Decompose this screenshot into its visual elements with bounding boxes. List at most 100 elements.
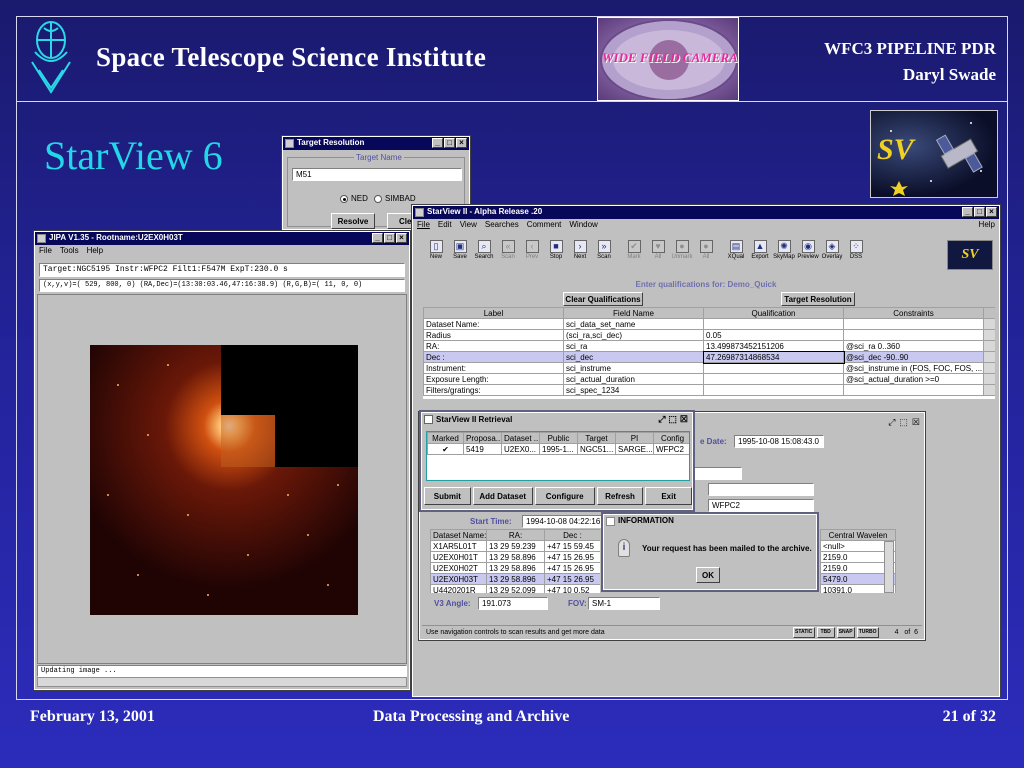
toolbar-button-scan[interactable]: «Scan xyxy=(497,240,519,260)
close-icon[interactable]: × xyxy=(986,207,997,217)
table-row[interactable]: RA: sci_ra 13.49987345215120​6 @sci_ra 0..3… xyxy=(423,340,995,352)
exit-button[interactable]: Exit xyxy=(645,487,692,505)
scroll-gutter[interactable] xyxy=(983,329,995,341)
scroll-gutter[interactable] xyxy=(983,351,995,363)
toolbar-button-all[interactable]: ♥ All xyxy=(647,240,669,260)
column-header[interactable]: Dec : xyxy=(544,529,600,541)
date-field[interactable]: 1995-10-08 15:08:43.0 xyxy=(734,435,824,448)
float-icon[interactable]: ⤢ xyxy=(888,417,895,428)
clear-qualifications-button[interactable]: Clear Qualifications xyxy=(563,292,643,306)
column-header[interactable]: Field Name xyxy=(563,307,704,319)
column-header[interactable]: Qualification xyxy=(703,307,844,319)
minimize-icon[interactable]: _ xyxy=(962,207,973,217)
menu-window[interactable]: Window xyxy=(569,220,597,230)
maximize-icon[interactable]: ⬚ xyxy=(668,414,677,425)
table-row[interactable]: Dec : sci_dec 47.26987314868534 @sci_dec -9… xyxy=(423,350,995,364)
table-cell[interactable]: 47.26987314868534 xyxy=(702,350,845,364)
menu-file[interactable]: File xyxy=(417,220,430,230)
marked-checkbox[interactable]: ✔ xyxy=(427,443,464,455)
close-icon[interactable]: ☒ xyxy=(680,414,688,425)
refresh-button[interactable]: Refresh xyxy=(596,487,644,505)
starview-titlebar[interactable]: StarView II - Alpha Release .20 _ □ × xyxy=(413,206,999,219)
menu-file[interactable]: File xyxy=(39,246,52,256)
target-resolution-titlebar[interactable]: Target Resolution _ □ × xyxy=(283,137,469,150)
column-header[interactable]: Marked xyxy=(427,432,464,444)
toolbar-button-new[interactable]: ▯ New xyxy=(425,240,447,260)
start-time-field[interactable]: 1994-10-08 04:22:16. xyxy=(522,515,604,528)
menu-help[interactable]: Help xyxy=(979,220,995,229)
menu-edit[interactable]: Edit xyxy=(438,220,452,230)
scroll-gutter[interactable] xyxy=(983,373,995,385)
retrieval-titlebar[interactable]: StarView II Retrieval ⤢ ⬚ ☒ xyxy=(422,413,692,427)
toolbar-button-save[interactable]: ▣ Save xyxy=(449,240,471,260)
radio-simbad[interactable]: SIMBAD xyxy=(374,194,416,203)
table-row[interactable]: X1AR5L01T 13 29 59.239 +47 15 59.45 xyxy=(430,540,600,552)
table-cell[interactable] xyxy=(703,373,844,385)
instrument-field[interactable]: WFPC2 xyxy=(708,499,814,512)
target-resolution-button[interactable]: Target Resolution xyxy=(781,292,855,306)
resolve-button[interactable]: Resolve xyxy=(331,213,375,229)
table-row[interactable]: U4420201R 13 29 52.099 +47 10 0.52 xyxy=(430,584,600,593)
toolbar-button-export[interactable]: ▲ Export xyxy=(749,240,771,260)
toolbar-button-search[interactable]: ⌕ Search xyxy=(473,240,495,260)
table-cell[interactable] xyxy=(703,384,844,396)
menu-tools[interactable]: Tools xyxy=(60,246,79,256)
information-titlebar[interactable]: INFORMATION xyxy=(604,515,816,528)
static-button[interactable]: STATIC xyxy=(792,626,815,638)
column-header[interactable]: Label xyxy=(423,307,564,319)
column-header[interactable]: Central Wavelen xyxy=(820,529,896,541)
toolbar-button-preview[interactable]: ◉ Preview xyxy=(797,240,819,260)
scroll-gutter[interactable] xyxy=(983,384,995,396)
table-row[interactable]: U2EX0H03T 13 29 58.896 +47 15 26.95 xyxy=(430,573,600,585)
close-icon[interactable]: × xyxy=(456,138,467,148)
close-icon[interactable]: × xyxy=(396,233,407,243)
column-header[interactable]: RA: xyxy=(486,529,545,541)
table-row[interactable]: ✔ 5419 U2EX0... 1995-1... NGC51... SARGE... WF… xyxy=(427,443,689,455)
menu-view[interactable]: View xyxy=(460,220,477,230)
toolbar-button-skymap[interactable]: ✺ SkyMap xyxy=(773,240,795,260)
configure-button[interactable]: Configure xyxy=(534,487,595,505)
toolbar-button-prev[interactable]: ‹ Prev xyxy=(521,240,543,260)
ok-button[interactable]: OK xyxy=(696,567,720,583)
minimize-icon[interactable]: _ xyxy=(372,233,383,243)
jipa-titlebar[interactable]: JIPA V1.35 - Rootname:U2EX0H03T _ □ × xyxy=(35,232,409,245)
table-row[interactable]: Dataset Name: sci_data_set_name xyxy=(423,318,995,330)
column-header[interactable]: Proposa... xyxy=(463,432,502,444)
wavelength-scrollbar[interactable] xyxy=(884,541,894,593)
maximize-icon[interactable]: □ xyxy=(384,233,395,243)
column-header[interactable]: Dataset Name: xyxy=(430,529,487,541)
toolbar-button-overlay[interactable]: ◈ Overlay xyxy=(821,240,843,260)
table-cell[interactable] xyxy=(703,318,844,330)
submit-button[interactable]: Submit xyxy=(424,487,471,505)
toolbar-button-mark[interactable]: ✔ Mark xyxy=(623,240,645,260)
maximize-icon[interactable]: □ xyxy=(444,138,455,148)
toolbar-button-next[interactable]: › Next xyxy=(569,240,591,260)
toolbar-button-all[interactable]: ● All xyxy=(695,240,717,260)
menu-searches[interactable]: Searches xyxy=(485,220,519,230)
snap-button[interactable]: SNAP xyxy=(836,626,855,638)
toolbar-button-xqual[interactable]: ▤ XQual xyxy=(725,240,747,260)
toolbar-button-scan[interactable]: » Scan xyxy=(593,240,615,260)
scroll-gutter[interactable] xyxy=(983,340,995,352)
turbo-button[interactable]: TURBO xyxy=(856,626,879,638)
menu-comment[interactable]: Comment xyxy=(527,220,562,230)
table-row[interactable]: Exposure Length: sci_actual_duration @sci_… xyxy=(423,373,995,385)
table-cell[interactable] xyxy=(703,362,844,374)
image-canvas[interactable] xyxy=(37,294,407,664)
column-header[interactable]: Public xyxy=(539,432,578,444)
maximize-icon[interactable]: ⬚ xyxy=(899,417,908,428)
column-header[interactable]: Config xyxy=(653,432,689,444)
column-header[interactable]: Dataset ... xyxy=(501,432,540,444)
v3-angle-field[interactable]: 191.073 xyxy=(478,597,548,610)
fov-field[interactable]: SM-1 xyxy=(588,597,660,610)
toolbar-button-dss[interactable]: ⁘ DSS xyxy=(845,240,867,260)
add-dataset-button[interactable]: Add Dataset xyxy=(472,487,533,505)
radio-ned[interactable]: NED xyxy=(340,194,368,203)
column-header[interactable]: Target xyxy=(577,432,616,444)
blank-field-1[interactable] xyxy=(690,467,742,480)
tbd-button[interactable]: TBD xyxy=(816,626,835,638)
menu-help[interactable]: Help xyxy=(87,246,103,256)
toolbar-button-stop[interactable]: ■ Stop xyxy=(545,240,567,260)
table-cell[interactable]: 13.49987345215120​6 xyxy=(703,340,844,352)
table-row[interactable]: U2EX0H01T 13 29 58.896 +47 15 26.95 xyxy=(430,551,600,563)
